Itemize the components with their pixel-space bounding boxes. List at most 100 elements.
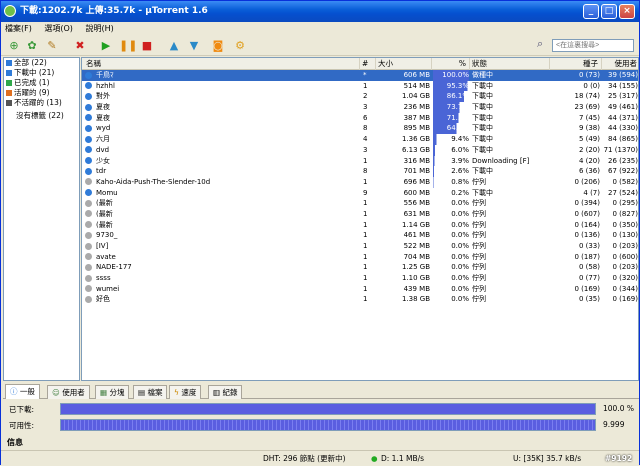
torrent-row[interactable]: 對外 2 1.04 GB 86.1% 下載中 18 (74) 25 (317) xyxy=(82,91,638,103)
tab-peers[interactable]: ☺ 使用者 xyxy=(47,385,90,399)
torrent-status-icon xyxy=(85,114,92,122)
move-up-icon[interactable]: ▲ xyxy=(167,39,181,53)
torrent-row[interactable]: [IV] 1 522 MB 0.0% 佇列 0 (33) 0 (203) xyxy=(82,241,638,252)
column-seeds[interactable]: 種子 xyxy=(550,58,602,70)
torrent-row[interactable]: hzhhl 1 514 MB 95.3% 下載中 0 (0) 34 (155) xyxy=(82,80,638,92)
move-down-icon[interactable]: ▼ xyxy=(187,39,201,53)
torrent-seeds: 0 (33) xyxy=(578,242,600,250)
create-torrent-icon[interactable]: ✎ xyxy=(45,39,59,53)
torrent-row[interactable]: wyd 8 895 MB 64.7% 下載中 9 (38) 44 (330) xyxy=(82,123,638,135)
torrent-row[interactable]: NADE-177 1 1.25 GB 0.0% 佇列 0 (58) 0 (203) xyxy=(82,262,638,273)
torrent-status-icon xyxy=(85,124,92,132)
torrent-status: 佇列 xyxy=(472,231,486,240)
menu-file[interactable]: 檔案(F) xyxy=(5,24,32,33)
torrent-status-icon xyxy=(85,210,92,218)
tab-speed[interactable]: ϟ 速度 xyxy=(169,385,202,399)
column-name[interactable]: 名稱 xyxy=(82,58,360,70)
torrent-percent: 95.3% xyxy=(433,80,469,92)
torrent-seeds: 4 (7) xyxy=(583,188,600,197)
torrent-queue-number: 6 xyxy=(363,113,368,122)
torrent-row[interactable]: avate 1 704 MB 0.0% 佇列 0 (187) 0 (600) xyxy=(82,252,638,263)
torrent-percent: 3.9% xyxy=(433,155,469,167)
torrent-row[interactable]: (最新 1 556 MB 0.0% 佇列 0 (394) 0 (295) xyxy=(82,198,638,209)
torrent-row[interactable]: 好色 1 1.38 GB 0.0% 佇列 0 (35) 0 (169) xyxy=(82,294,638,305)
sidebar-item-all[interactable]: 全部 (22) xyxy=(4,58,79,68)
torrent-size: 696 MB xyxy=(403,177,430,186)
menu-help[interactable]: 說明(H) xyxy=(85,24,113,33)
downloaded-label: 已下載: xyxy=(9,405,35,414)
torrent-row[interactable]: 六月 4 1.36 GB 9.4% 下載中 5 (49) 84 (865) xyxy=(82,134,638,145)
sidebar-item-inactive[interactable]: 不活躍的 (13) xyxy=(4,98,79,108)
column-percent[interactable]: % xyxy=(432,58,470,70)
column-size[interactable]: 大小 xyxy=(376,58,432,70)
column-number[interactable]: # xyxy=(360,58,376,70)
add-torrent-icon[interactable]: ⊕ xyxy=(7,39,21,53)
torrent-status-icon xyxy=(85,263,92,271)
torrent-queue-number: 1 xyxy=(363,199,368,208)
torrent-row[interactable]: 夏夜 3 236 MB 73.7% 下載中 23 (69) 49 (461) xyxy=(82,102,638,113)
torrent-status: 佇列 xyxy=(472,199,486,208)
torrent-percent: 6.0% xyxy=(433,144,469,156)
torrent-status: 佇列 xyxy=(472,263,486,272)
torrent-row[interactable]: 夏夜 6 387 MB 71.5% 下載中 7 (45) 44 (371) xyxy=(82,112,638,124)
search-icon[interactable]: ⌕ xyxy=(537,37,543,51)
torrent-seeds: 0 (136) xyxy=(574,231,600,240)
menu-options[interactable]: 選項(O) xyxy=(44,24,73,33)
tab-files[interactable]: ▤ 檔案 xyxy=(133,385,168,399)
torrent-size: 606 MB xyxy=(403,71,430,79)
column-peers[interactable]: 使用者 xyxy=(602,58,638,70)
minimize-button[interactable]: _ xyxy=(583,4,599,19)
torrent-row[interactable]: (最新 1 1.14 GB 0.0% 佇列 0 (164) 0 (350) xyxy=(82,220,638,231)
download-speed: D: 1.1 MB/s xyxy=(381,454,425,463)
torrent-status: 佇列 xyxy=(472,295,486,304)
preferences-icon[interactable]: ⚙ xyxy=(233,39,247,53)
torrent-percent: 0.8% xyxy=(433,176,469,188)
rss-icon[interactable]: ◙ xyxy=(211,39,225,53)
remove-icon[interactable]: ✖ xyxy=(73,39,87,53)
column-status[interactable]: 狀態 xyxy=(470,58,550,70)
torrent-name: [IV] xyxy=(96,242,109,250)
torrent-size: 631 MB xyxy=(403,209,430,218)
add-url-icon[interactable]: ✿ xyxy=(25,39,39,53)
torrent-peers: 44 (330) xyxy=(608,124,638,133)
torrent-queue-number: 1 xyxy=(363,231,368,240)
tab-logger[interactable]: ▥ 紀錄 xyxy=(208,385,243,399)
torrent-size: 6.13 GB xyxy=(401,145,430,154)
torrent-size: 236 MB xyxy=(403,103,430,112)
torrent-seeds: 0 (58) xyxy=(578,263,600,272)
tab-label: 速度 xyxy=(181,388,197,397)
sidebar-item-no-label[interactable]: 沒有標籤 (22) xyxy=(4,111,79,121)
torrent-status: 下載中 xyxy=(472,188,493,197)
start-icon[interactable]: ▶ xyxy=(99,39,113,53)
torrent-seeds: 0 (169) xyxy=(574,284,600,293)
torrent-name: 9730_ xyxy=(96,231,118,240)
torrent-row[interactable]: ssss 1 1.10 GB 0.0% 佇列 0 (77) 0 (320) xyxy=(82,273,638,284)
pause-icon[interactable]: ❚❚ xyxy=(119,39,137,53)
sidebar-item-completed[interactable]: 已完成 (1) xyxy=(4,78,79,88)
torrent-status-icon xyxy=(85,82,92,90)
torrent-row[interactable]: dvd 3 6.13 GB 6.0% 下載中 2 (20) 71 (1370) xyxy=(82,144,638,156)
tab-general[interactable]: ⓘ 一般 xyxy=(5,384,40,399)
torrent-row[interactable]: 千鳥ﾏ * 606 MB 100.0% 做種中 0 (73) 39 (594) xyxy=(82,70,638,81)
torrent-row[interactable]: Kaho-Aida-Push-The-Slender-10d 1 696 MB 0.8… xyxy=(82,176,638,188)
sidebar-item-active[interactable]: 活躍的 (9) xyxy=(4,88,79,98)
sidebar-item-downloading[interactable]: 下載中 (21) xyxy=(4,68,79,78)
torrent-row[interactable]: wumei 1 439 MB 0.0% 佇列 0 (169) 0 (344) xyxy=(82,284,638,295)
search-input[interactable] xyxy=(552,39,634,52)
torrent-queue-number: 2 xyxy=(363,92,368,101)
torrent-seeds: 18 (74) xyxy=(574,92,600,101)
torrent-size: 895 MB xyxy=(403,124,430,133)
stop-icon[interactable]: ■ xyxy=(140,39,154,53)
torrent-row[interactable]: 9730_ 1 461 MB 0.0% 佇列 0 (136) 0 (130) xyxy=(82,230,638,241)
torrent-row[interactable]: Momu 9 600 MB 0.2% 下載中 4 (7) 27 (524) xyxy=(82,187,638,199)
close-button[interactable]: × xyxy=(619,4,635,19)
tab-label: 一般 xyxy=(19,387,35,396)
tab-pieces[interactable]: ▦ 分塊 xyxy=(95,385,130,399)
torrent-name: (最新 xyxy=(96,199,113,208)
torrent-row[interactable]: tdr 8 701 MB 2.6% 下載中 6 (36) 67 (922) xyxy=(82,166,638,177)
torrent-peers: 84 (865) xyxy=(608,135,638,144)
torrent-row[interactable]: (最新 1 631 MB 0.0% 佇列 0 (607) 0 (827) xyxy=(82,209,638,220)
maximize-button[interactable]: □ xyxy=(601,4,617,19)
torrent-row[interactable]: 少女 1 316 MB 3.9% Downloading [F] 4 (20) 26 (23… xyxy=(82,155,638,167)
torrent-seeds: 0 (0) xyxy=(583,81,600,90)
